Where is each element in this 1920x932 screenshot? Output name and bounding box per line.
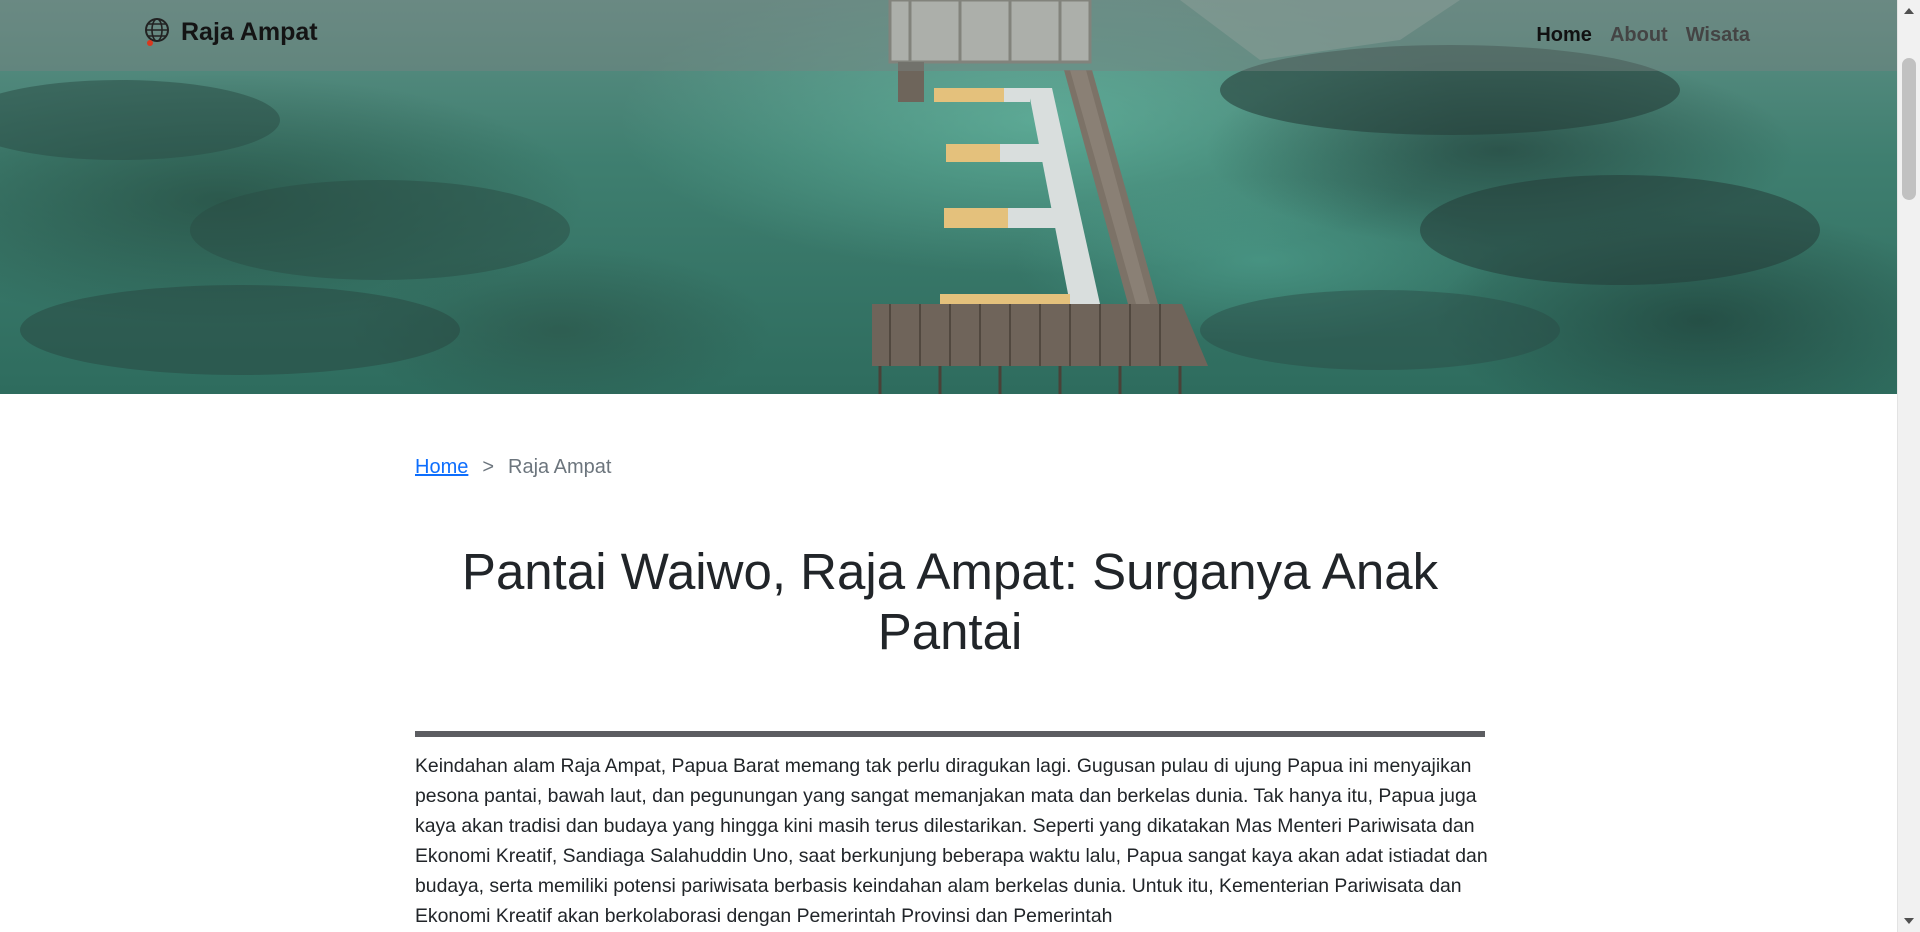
title-divider: [415, 731, 1485, 737]
scrollbar-thumb[interactable]: [1902, 58, 1916, 200]
breadcrumb-current: Raja Ampat: [508, 456, 612, 478]
page-scrollbar[interactable]: [1897, 0, 1920, 932]
breadcrumb-home-link[interactable]: Home: [415, 456, 468, 479]
page-title: Pantai Waiwo, Raja Ampat: Surganya Anak …: [461, 543, 1439, 660]
breadcrumb-separator: >: [482, 456, 495, 478]
article-paragraph: Keindahan alam Raja Ampat, Papua Barat m…: [415, 755, 1488, 927]
nav-link-home[interactable]: Home: [1536, 24, 1592, 47]
globe-icon: [141, 16, 173, 48]
scroll-up-arrow-icon[interactable]: [1904, 8, 1914, 14]
navbar: Raja Ampat Home About Wisata: [0, 0, 1898, 71]
scroll-down-arrow-icon[interactable]: [1904, 918, 1914, 924]
nav-links: Home About Wisata: [1536, 24, 1750, 47]
brand-link[interactable]: Raja Ampat: [141, 16, 318, 48]
nav-link-about[interactable]: About: [1610, 24, 1668, 47]
nav-link-wisata[interactable]: Wisata: [1686, 24, 1750, 47]
hero-image: Raja Ampat Home About Wisata: [0, 0, 1898, 394]
breadcrumb: Home > Raja Ampat: [415, 456, 611, 479]
brand-name: Raja Ampat: [181, 17, 318, 46]
